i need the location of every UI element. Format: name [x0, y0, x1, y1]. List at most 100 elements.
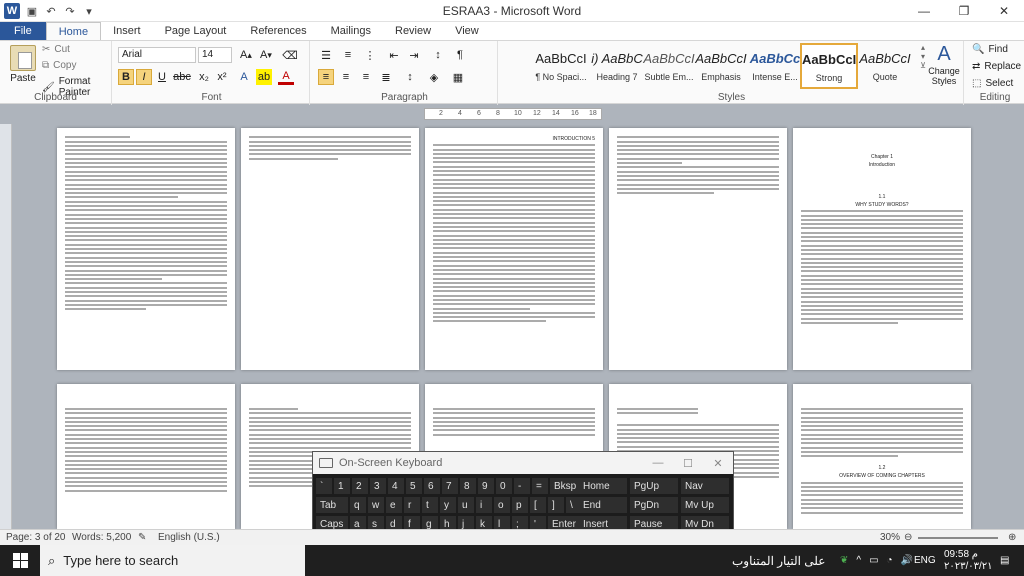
osk-nav-key[interactable]: PgUp [630, 478, 678, 494]
osk-minimize-button[interactable]: — [643, 457, 673, 470]
minimize-button[interactable]: — [904, 0, 944, 22]
zoom-in-button[interactable]: ⊕ [1008, 532, 1016, 543]
tab-mailings[interactable]: Mailings [319, 22, 383, 40]
subscript-button[interactable]: x₂ [196, 69, 212, 85]
volume-icon[interactable]: 🔊 [901, 555, 913, 566]
osk-nav-key[interactable]: Nav [681, 478, 729, 494]
osk-nav-key[interactable]: End [579, 497, 627, 513]
style-subtle-emphasis[interactable]: AaBbCcI Subtle Em... [640, 43, 698, 89]
style-emphasis[interactable]: AaBbCcI Emphasis [692, 43, 750, 89]
tab-file[interactable]: File [0, 22, 46, 40]
osk-key[interactable]: 6 [424, 478, 440, 494]
strikethrough-button[interactable]: abc [173, 69, 191, 85]
style-heading-7[interactable]: i) AaBbC Heading 7 [588, 43, 646, 89]
osk-key[interactable]: t [422, 497, 438, 513]
bullets-icon[interactable]: ☰ [318, 47, 334, 63]
bold-button[interactable]: B [118, 69, 134, 85]
text-effects-button[interactable]: A [236, 69, 252, 85]
osk-key[interactable]: i [476, 497, 492, 513]
shrink-font-button[interactable]: A ▾ [258, 47, 274, 63]
tab-review[interactable]: Review [383, 22, 443, 40]
style-no-spacing[interactable]: AaBbCcI ¶ No Spaci... [532, 43, 590, 89]
shading-icon[interactable]: ◈ [426, 69, 442, 85]
undo-icon[interactable]: ↶ [44, 4, 58, 18]
proofing-icon[interactable]: ✎ [138, 532, 146, 543]
document-page-6[interactable] [57, 384, 235, 529]
style-quote[interactable]: AaBbCcI Quote [856, 43, 914, 89]
tab-view[interactable]: View [443, 22, 491, 40]
word-logo-icon[interactable]: W [4, 3, 20, 19]
document-page-2[interactable] [241, 128, 419, 370]
superscript-button[interactable]: x² [214, 69, 230, 85]
align-center-icon[interactable]: ≡ [338, 69, 354, 85]
osk-key[interactable]: p [512, 497, 528, 513]
show-marks-icon[interactable]: ¶ [452, 47, 468, 63]
justify-icon[interactable]: ≣ [378, 69, 394, 85]
align-right-icon[interactable]: ≡ [358, 69, 374, 85]
zoom-level[interactable]: 30% [880, 532, 900, 543]
tab-references[interactable]: References [238, 22, 318, 40]
find-button[interactable]: 🔍 Find [972, 44, 1008, 55]
italic-button[interactable]: I [136, 69, 152, 85]
network-icon[interactable]: ◔ [887, 555, 893, 566]
document-page-4[interactable] [609, 128, 787, 370]
numbering-icon[interactable]: ≡ [340, 47, 356, 63]
font-color-button[interactable]: A [278, 69, 294, 85]
style-intense-emphasis[interactable]: AaBbCc Intense E... [746, 43, 804, 89]
sort-icon[interactable]: ↕ [430, 47, 446, 63]
osk-nav-key[interactable]: PgDn [630, 497, 678, 513]
language-indicator[interactable]: English (U.S.) [158, 532, 220, 543]
clock[interactable]: م 09:58 ٢٠٢٣/٠٣/٢١ [944, 545, 993, 576]
osk-key[interactable]: 2 [352, 478, 368, 494]
osk-nav-key[interactable]: Mv Up [681, 497, 729, 513]
osk-nav-key[interactable]: Home [579, 478, 627, 494]
osk-key[interactable]: ] [548, 497, 564, 513]
leaf-icon[interactable]: ❦ [840, 555, 848, 566]
osk-key[interactable]: u [458, 497, 474, 513]
osk-key[interactable]: 4 [388, 478, 404, 494]
chevron-up-icon[interactable]: ^ [856, 555, 861, 566]
style-strong[interactable]: AaBbCcI Strong [800, 43, 858, 89]
zoom-slider[interactable] [918, 537, 998, 539]
osk-key[interactable]: y [440, 497, 456, 513]
osk-key[interactable]: 8 [460, 478, 476, 494]
document-page-1[interactable] [57, 128, 235, 370]
battery-icon[interactable]: ▭ [869, 555, 878, 566]
document-page-3[interactable]: INTRODUCTION 5 [425, 128, 603, 370]
decrease-indent-icon[interactable]: ⇤ [386, 47, 402, 63]
osk-key[interactable]: e [386, 497, 402, 513]
tab-insert[interactable]: Insert [101, 22, 153, 40]
osk-key[interactable]: 1 [334, 478, 350, 494]
osk-key[interactable]: ` [316, 478, 332, 494]
font-name-combo[interactable]: Arial [118, 47, 196, 63]
multilevel-list-icon[interactable]: ⋮ [362, 47, 378, 63]
word-count[interactable]: Words: 5,200 [72, 532, 131, 543]
change-styles-button[interactable]: A Change Styles [924, 43, 964, 86]
zoom-out-button[interactable]: ⊖ [904, 532, 912, 543]
osk-key[interactable]: = [532, 478, 548, 494]
tab-home[interactable]: Home [45, 22, 102, 40]
page-count[interactable]: Page: 3 of 20 [6, 532, 66, 543]
customize-toolbar-icon[interactable]: ▾ [82, 4, 96, 18]
document-page-5[interactable]: Chapter 1 Introduction 1.1 WHY STUDY WOR… [793, 128, 971, 370]
restore-button[interactable]: ❐ [944, 0, 984, 22]
osk-key[interactable]: - [514, 478, 530, 494]
horizontal-ruler[interactable]: 2 4 6 8 10 12 14 16 18 [424, 108, 602, 120]
tab-page-layout[interactable]: Page Layout [153, 22, 239, 40]
start-button[interactable] [0, 545, 40, 576]
osk-key[interactable]: r [404, 497, 420, 513]
osk-key[interactable]: Tab [316, 497, 348, 513]
font-size-combo[interactable]: 14 [198, 47, 232, 63]
paste-button[interactable]: Paste [6, 45, 40, 84]
osk-title-bar[interactable]: On-Screen Keyboard — ☐ ✕ [313, 452, 733, 474]
underline-button[interactable]: U [154, 69, 170, 85]
taskbar-search[interactable]: ⌕ Type here to search [40, 545, 305, 576]
borders-icon[interactable]: ▦ [450, 69, 466, 85]
input-language[interactable]: ENG [914, 545, 936, 576]
align-left-icon[interactable]: ≡ [318, 69, 334, 85]
osk-key[interactable]: 5 [406, 478, 422, 494]
osk-close-button[interactable]: ✕ [703, 457, 733, 470]
osk-key[interactable]: 7 [442, 478, 458, 494]
replace-button[interactable]: ⇄ Replace [972, 61, 1021, 72]
highlight-button[interactable]: ab [256, 69, 272, 85]
